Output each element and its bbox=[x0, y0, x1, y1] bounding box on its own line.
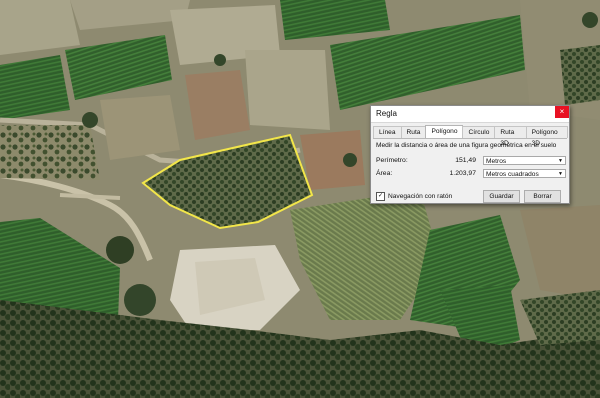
area-label: Área: bbox=[376, 170, 393, 177]
area-unit-select[interactable]: Metros cuadrados ▼ bbox=[483, 169, 566, 178]
ruler-dialog: Regla × Línea Ruta Polígono Círculo Ruta… bbox=[370, 105, 570, 204]
mouse-navigation-checkbox[interactable]: ✓ bbox=[376, 192, 385, 201]
clear-button[interactable]: Borrar bbox=[524, 190, 561, 203]
perimeter-unit: Metros bbox=[486, 158, 507, 165]
chevron-down-icon: ▼ bbox=[558, 171, 563, 177]
dialog-title: Regla bbox=[376, 109, 397, 118]
perimeter-label: Perímetro: bbox=[376, 157, 408, 164]
perimeter-row: Perímetro: 151,49 Metros ▼ bbox=[376, 156, 566, 166]
tab-ruta-3d[interactable]: Ruta 3D bbox=[494, 126, 527, 147]
measure-description: Medir la distancia o área de una figura … bbox=[376, 142, 557, 149]
area-row: Área: 1.203,97 Metros cuadrados ▼ bbox=[376, 169, 566, 179]
close-icon[interactable]: × bbox=[560, 107, 565, 116]
dialog-titlebar[interactable]: Regla × bbox=[371, 106, 569, 123]
close-button[interactable]: × bbox=[555, 106, 569, 118]
perimeter-unit-select[interactable]: Metros ▼ bbox=[483, 156, 566, 165]
chevron-down-icon: ▼ bbox=[558, 158, 563, 164]
mouse-navigation-option[interactable]: ✓ Navegación con ratón bbox=[376, 192, 452, 201]
save-button[interactable]: Guardar bbox=[483, 190, 520, 203]
tab-poligono-3d[interactable]: Polígono 3D bbox=[525, 126, 568, 147]
tab-poligono[interactable]: Polígono bbox=[425, 125, 464, 138]
mouse-navigation-label: Navegación con ratón bbox=[388, 193, 453, 200]
tab-bar: Línea Ruta Polígono Círculo Ruta 3D Polí… bbox=[373, 125, 568, 147]
area-unit: Metros cuadrados bbox=[486, 171, 539, 178]
perimeter-value: 151,49 bbox=[455, 157, 476, 164]
tab-linea[interactable]: Línea bbox=[373, 126, 402, 138]
tab-ruta[interactable]: Ruta bbox=[400, 126, 427, 138]
area-value: 1.203,97 bbox=[449, 170, 476, 177]
tab-circulo[interactable]: Círculo bbox=[462, 126, 496, 138]
